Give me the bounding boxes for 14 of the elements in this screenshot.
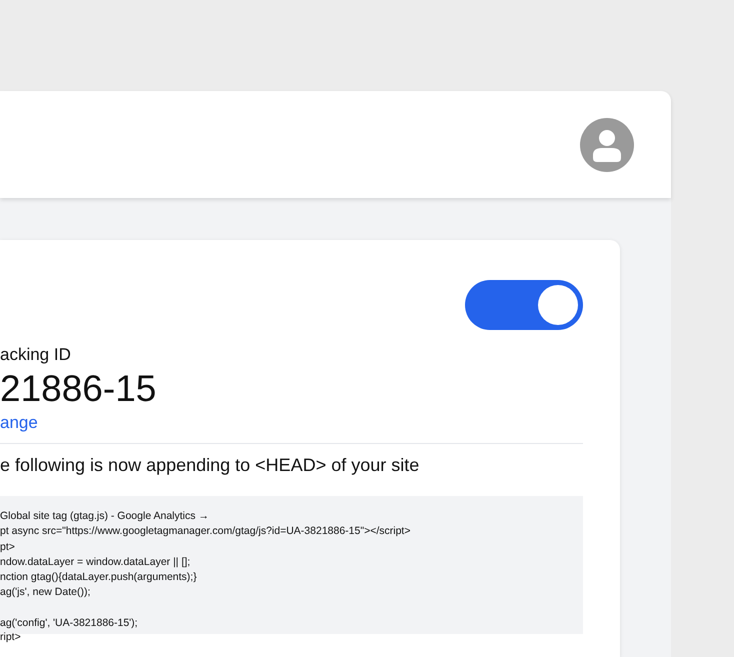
code-line: ript>	[0, 630, 21, 645]
field-label: acking ID	[0, 344, 71, 366]
change-link[interactable]: ange	[0, 412, 38, 434]
notice-text: e following is now appending to <HEAD> of your site	[0, 454, 420, 477]
code-line: ndow.dataLayer = window.dataLayer || [];	[0, 556, 190, 568]
tracking-id: 21886-15	[0, 368, 156, 410]
code-line: pt>	[0, 540, 15, 553]
code-line: ag('config', 'UA-3821886-15');	[0, 617, 138, 630]
code-line: pt async src="https://www.googletagmanager.com/gtag/js?id=UA-3821886-15"></script>	[0, 525, 410, 538]
code-line: nction gtag(){dataLayer.push(arguments);}	[0, 571, 197, 584]
code-line: ag('js', new Date());	[0, 586, 90, 598]
avatar-icon[interactable]	[580, 118, 634, 172]
code-line: Global site tag (gtag.js) - Google Analytics →	[0, 510, 209, 522]
toggle-switch[interactable]	[465, 280, 583, 330]
